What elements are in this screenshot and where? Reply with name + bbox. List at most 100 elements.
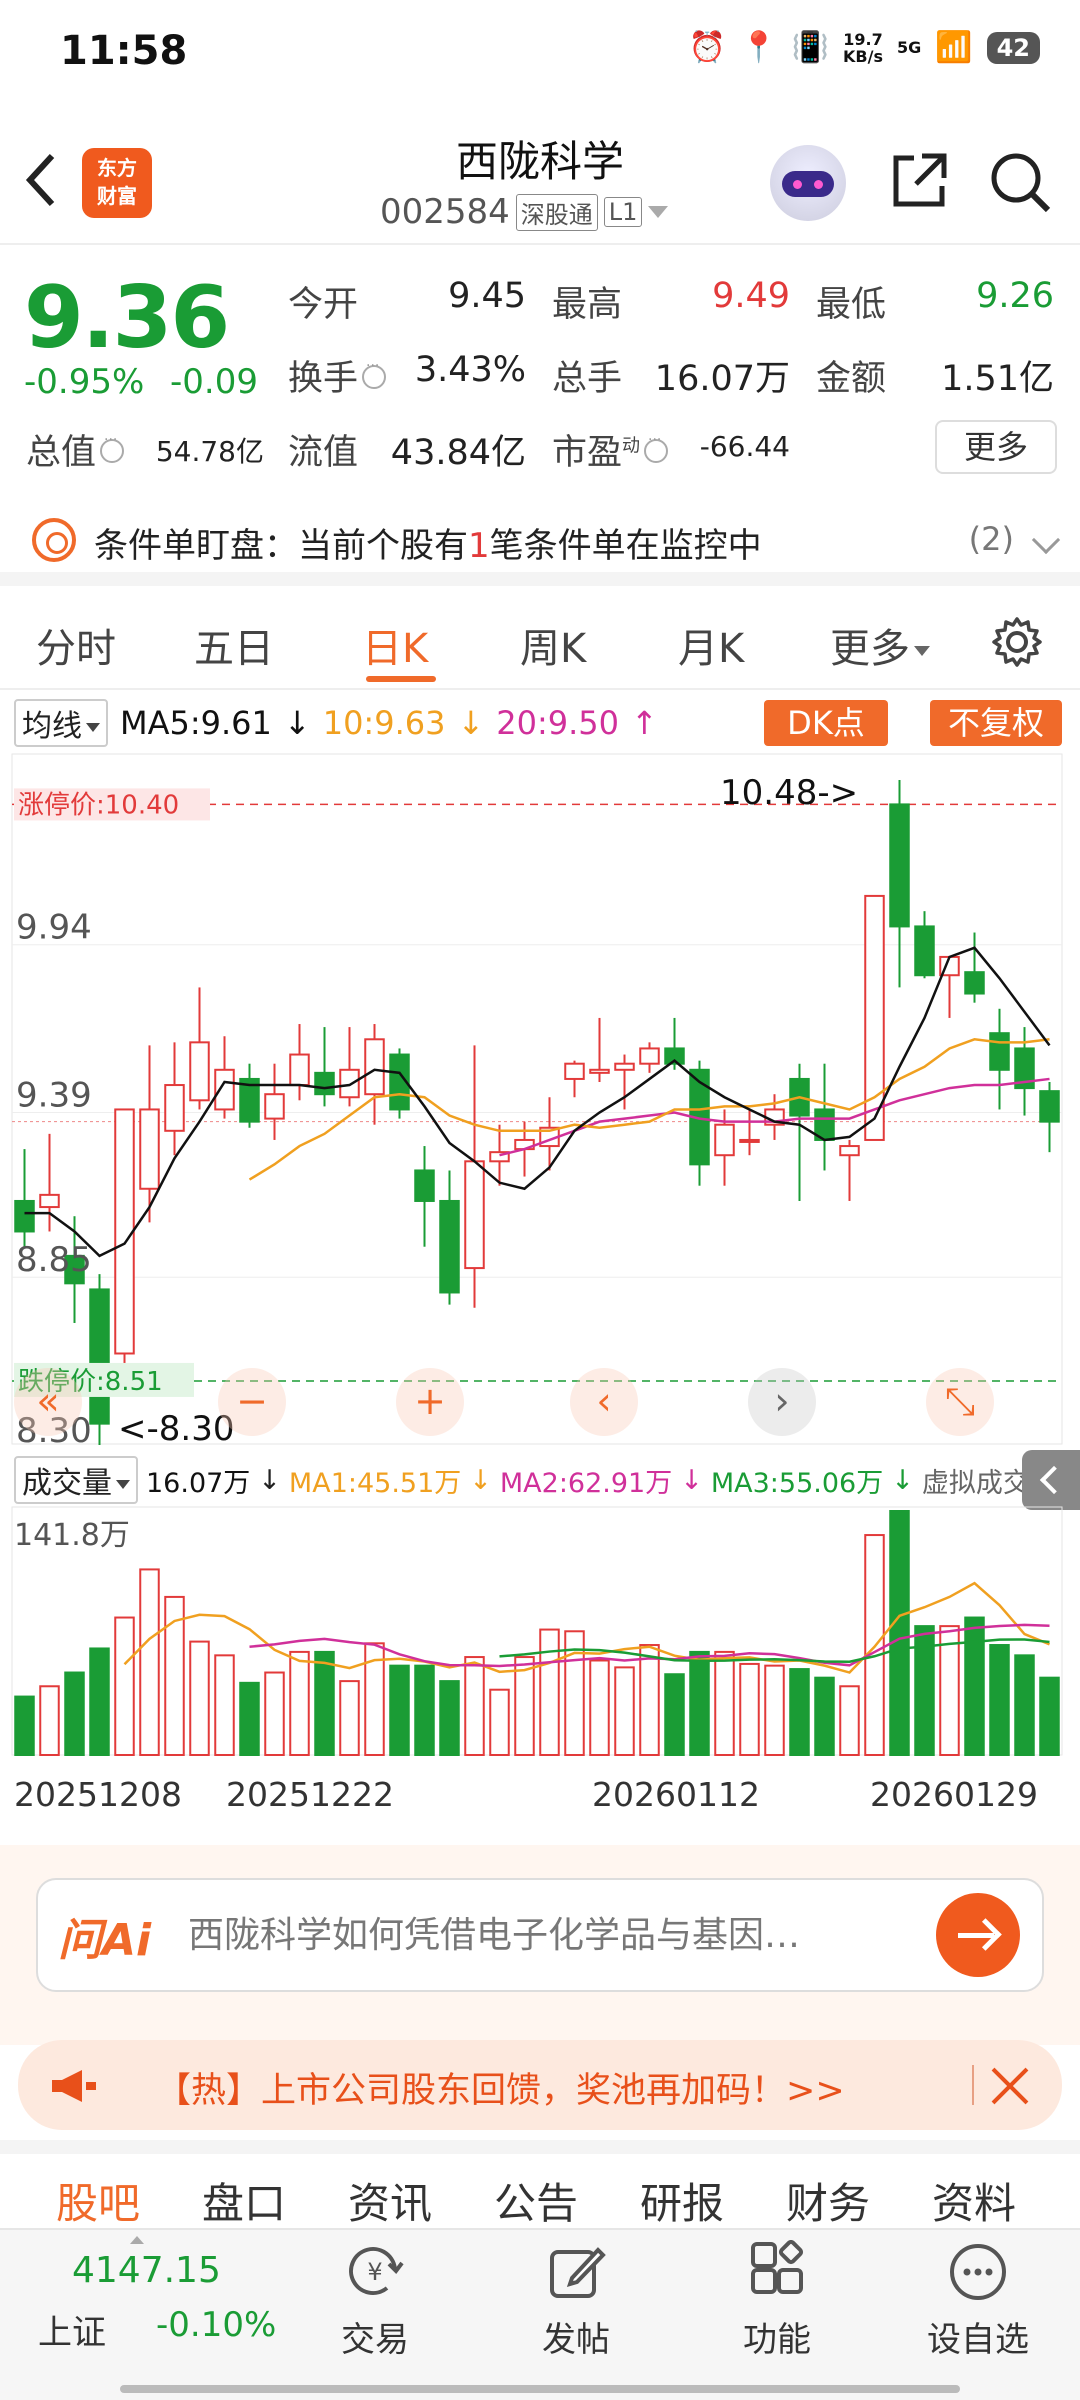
more-button[interactable]: 更多 (935, 420, 1057, 474)
index-change[interactable]: -0.10% (156, 2305, 276, 2345)
last-price: 9.36 (24, 268, 230, 368)
open-label: 今开 (288, 285, 359, 325)
candle-up (189, 1041, 210, 1102)
search-icon[interactable] (988, 150, 1052, 214)
date-label: 20251222 (226, 1775, 394, 1814)
nav-add-watchlist[interactable]: 设自选 (913, 2240, 1043, 2361)
candlestick-chart[interactable]: 涨停价:10.40跌停价:8.519.949.398.858.3010.48->… (0, 750, 1080, 1450)
location-icon: 📍 (740, 30, 778, 65)
nav-functions[interactable]: 功能 (712, 2239, 842, 2361)
volume-bar-down (964, 1616, 985, 1756)
caret-up-icon[interactable] (130, 2236, 144, 2244)
y-tick-label: 9.94 (16, 908, 92, 948)
volume-bar-up (39, 1685, 60, 1756)
volume-chart[interactable]: 141.8万 (0, 1505, 1080, 1760)
tab-monthly-k[interactable]: 月K (678, 616, 744, 674)
nav-post[interactable]: 发帖 (511, 2240, 641, 2361)
candle-up (464, 1160, 485, 1270)
tab-more[interactable]: 更多 (830, 616, 930, 674)
candle-up (364, 1038, 385, 1096)
tab-announcements[interactable]: 公告 (494, 2170, 578, 2231)
date-label: 20251208 (14, 1775, 182, 1814)
dk-point-button[interactable]: DK点 (764, 700, 888, 746)
pe-value: -66.44 (699, 430, 790, 463)
tab-weekly-k[interactable]: 周K (520, 616, 586, 674)
tab-daily-k[interactable]: 日K (362, 616, 428, 674)
nav-button-glyph: ‹ (596, 1379, 611, 1423)
close-icon[interactable] (990, 2066, 1030, 2106)
candle-down (314, 1071, 335, 1096)
caret-down-icon (86, 723, 100, 732)
arrow-right-icon[interactable] (936, 1893, 1020, 1977)
candle-down (1039, 1090, 1060, 1123)
tab-intraday[interactable]: 分时 (36, 616, 116, 674)
candle-up (114, 1108, 135, 1355)
wifi-icon: 📶 (935, 30, 973, 65)
hot-banner-text[interactable]: 【热】上市公司股东回馈，奖池再加码！>> (156, 2062, 845, 2113)
ai-robot-icon[interactable] (770, 145, 846, 221)
low-value: 9.26 (976, 276, 1054, 316)
candle-up (639, 1047, 660, 1065)
condition-monitor-banner[interactable]: 条件单盯盘：当前个股有1笔条件单在监控中 (2) (0, 500, 1080, 586)
open-value: 9.45 (448, 276, 526, 316)
candle-up (139, 1108, 160, 1190)
fullscreen-button[interactable]: ⤡ (926, 1368, 994, 1436)
candle-down (914, 925, 935, 977)
volume-label: 总手 (552, 359, 623, 399)
nav-trade[interactable]: ¥ 交易 (310, 2240, 440, 2361)
tab-forum[interactable]: 股吧 (56, 2170, 140, 2231)
no-adjust-button[interactable]: 不复权 (930, 700, 1062, 746)
scroll-right-button[interactable]: › (748, 1368, 816, 1436)
zoom-out-button[interactable]: − (218, 1368, 286, 1436)
share-icon[interactable] (888, 150, 950, 212)
tab-five-day[interactable]: 五日 (194, 616, 274, 674)
volume-bar-down (889, 1510, 910, 1756)
tab-profile[interactable]: 资料 (932, 2170, 1016, 2231)
active-tab-indicator (366, 676, 436, 682)
turnover-label-text: 换手 (288, 359, 359, 399)
nav-add-watchlist-label: 设自选 (927, 2320, 1029, 2360)
pe-label-text: 市盈 (552, 433, 623, 473)
candle-up (214, 1068, 235, 1111)
ai-logo: 问Ai (58, 1915, 152, 1966)
volume-bar-down (439, 1680, 460, 1756)
tab-finance[interactable]: 财务 (786, 2170, 870, 2231)
ma-type-select[interactable]: 均线 (14, 699, 108, 747)
info-tabs: 股吧 盘口 资讯 公告 研报 财务 资料 (0, 2154, 1080, 2228)
volume-indicator-select[interactable]: 成交量 (14, 1456, 138, 1504)
tab-news[interactable]: 资讯 (348, 2170, 432, 2231)
candle-down (89, 1288, 110, 1425)
ma20-label: 20:9.50 (496, 704, 620, 742)
ai-question[interactable]: 西陇科学如何凭借电子化学品与基因… (188, 1906, 908, 1958)
volume-bar-up (839, 1685, 860, 1756)
info-icon[interactable] (362, 358, 387, 389)
tab-orderbook[interactable]: 盘口 (202, 2170, 286, 2231)
svg-text:¥: ¥ (367, 2258, 382, 2286)
index-value[interactable]: 4147.15 (72, 2250, 221, 2291)
caret-down-icon (914, 646, 930, 656)
vol-ma3-arrow: ↓ (891, 1464, 914, 1496)
zoom-in-button[interactable]: + (396, 1368, 464, 1436)
section-gap (0, 2140, 1080, 2154)
date-label: 20260129 (870, 1775, 1038, 1814)
scroll-left-button[interactable]: ‹ (570, 1368, 638, 1436)
volume-bar-up (114, 1616, 135, 1756)
float-cap-value: 43.84亿 (390, 433, 526, 473)
gear-icon[interactable] (990, 615, 1044, 669)
change-amount: -0.09 (170, 362, 258, 402)
stock-header: 东方 财富 西陇科学 002584 深股通 L1 (0, 110, 1080, 245)
volume-bar-up (464, 1656, 485, 1756)
info-icon[interactable] (100, 432, 125, 463)
stock-code-row[interactable]: 002584 深股通 L1 (380, 192, 669, 232)
index-name[interactable]: 上证 (38, 2305, 106, 2354)
volume-bar-down (689, 1650, 710, 1757)
chevron-down-icon[interactable] (1031, 525, 1061, 555)
info-icon[interactable] (644, 432, 669, 463)
collapse-panel-button[interactable] (1022, 1450, 1080, 1510)
candle-up (714, 1123, 735, 1157)
volume-arrow: ↓ (258, 1464, 281, 1496)
megaphone-icon (52, 2070, 96, 2102)
vol-ma1: MA1:45.51万 (288, 1467, 462, 1499)
scroll-left-fast-button[interactable]: « (14, 1368, 82, 1436)
tab-research[interactable]: 研报 (640, 2170, 724, 2231)
